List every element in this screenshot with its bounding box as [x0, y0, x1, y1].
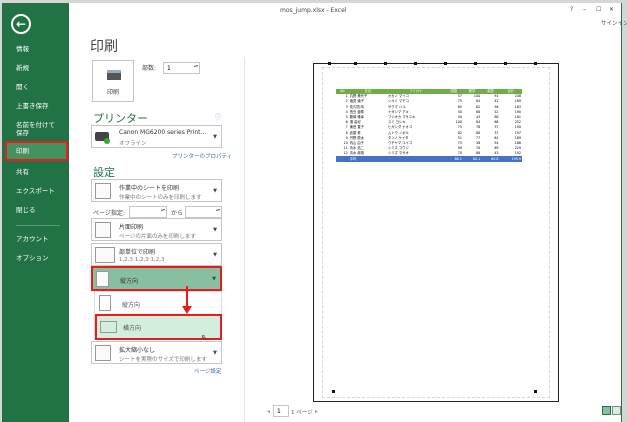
- printer-properties-link[interactable]: プリンターのプロパティ: [172, 152, 232, 160]
- sides-title: 片面印刷: [119, 224, 144, 231]
- prev-page-button[interactable]: ◂: [267, 408, 270, 415]
- chevron-down-icon: ▼: [213, 134, 217, 140]
- window-title: mos_jump.xlsx - Excel: [280, 7, 347, 14]
- chevron-down-icon: ▼: [212, 276, 216, 282]
- page-number-input[interactable]: 1: [273, 405, 289, 417]
- sign-in-link[interactable]: サインイン: [601, 19, 627, 27]
- help-button[interactable]: ?: [570, 6, 573, 13]
- average-row: 平均 66.1 80.1 60.8 199.9: [336, 156, 522, 162]
- menu-item-label: 横方向: [123, 325, 142, 332]
- info-icon[interactable]: ⓘ: [215, 112, 221, 121]
- portrait-page-icon: [99, 295, 111, 311]
- show-margins-icon[interactable]: [602, 406, 611, 415]
- excel-window: mos_jump.xlsx - Excel ? – ☐ ✕ サインイン ← 情報…: [2, 3, 627, 422]
- nav-save[interactable]: 上書き保存: [2, 102, 69, 111]
- table-cell: 平均: [348, 156, 387, 162]
- minimize-button[interactable]: –: [583, 6, 586, 13]
- chevron-down-icon: ▼: [213, 350, 217, 356]
- table-cell: [336, 156, 349, 162]
- nav-export[interactable]: エクスポート: [2, 187, 69, 196]
- table-cell: 66.1: [444, 156, 463, 162]
- table-cell: 60.8: [481, 156, 500, 162]
- to-label: から: [171, 210, 184, 217]
- nav-options[interactable]: オプション: [2, 254, 69, 263]
- sheet-grid-icon: [95, 183, 111, 199]
- scaling-icon: [95, 345, 111, 361]
- print-what-dropdown[interactable]: 作業中のシートを印刷 作業中のシートのみを印刷します ▼: [91, 179, 222, 202]
- nav-close[interactable]: 閉じる: [2, 206, 69, 215]
- orientation-selected: 縦方向: [120, 278, 139, 285]
- printer-icon: [107, 70, 121, 80]
- page-setup-link[interactable]: ページ設定: [194, 367, 221, 375]
- collate-dropdown[interactable]: 部単位で印刷 1,2,3 1,2,3 1,2,3 ▼: [91, 243, 222, 266]
- collated-pages-icon: [95, 247, 115, 263]
- collate-desc: 1,2,3 1,2,3 1,2,3: [119, 257, 165, 263]
- nav-save-as[interactable]: 名前を付けて 保存: [2, 121, 69, 137]
- close-button[interactable]: ✕: [609, 6, 614, 13]
- menu-item-portrait[interactable]: 縦方向: [95, 292, 221, 314]
- table-cell: [386, 156, 445, 162]
- pages-label: ページ指定:: [93, 210, 125, 217]
- scaling-title: 拡大縮小なし: [119, 347, 156, 354]
- settings-heading: 設定: [93, 166, 115, 179]
- arrow-head: [182, 306, 192, 314]
- printer-heading: プリンター: [93, 112, 148, 125]
- backstage-sidebar: ← 情報 新規 開く 上書き保存 名前を付けて 保存 印刷 共有 エクスポート …: [2, 3, 69, 422]
- landscape-page-icon: [100, 321, 117, 333]
- sidebar-divider: [16, 225, 60, 226]
- nav-account[interactable]: アカウント: [2, 235, 69, 244]
- back-arrow-icon[interactable]: ←: [11, 14, 31, 34]
- nav-share[interactable]: 共有: [2, 168, 69, 177]
- table-cell: 80.1: [462, 156, 482, 162]
- print-what-title: 作業中のシートを印刷: [119, 185, 180, 192]
- table-cell: 199.9: [499, 156, 522, 162]
- nav-new[interactable]: 新規: [2, 64, 69, 73]
- scaling-desc: シートを実際のサイズで印刷します: [119, 357, 207, 363]
- portrait-page-icon: [96, 271, 109, 287]
- panel-divider: [244, 58, 245, 422]
- orientation-dropdown[interactable]: 縦方向 ▼: [91, 266, 222, 291]
- menu-item-label: 縦方向: [122, 302, 141, 309]
- print-button-label: 印刷: [106, 89, 119, 96]
- nav-print[interactable]: 印刷: [5, 141, 68, 161]
- zoom-to-page-icon[interactable]: [612, 406, 621, 415]
- chevron-down-icon: ▼: [213, 252, 217, 258]
- printer-status: オフライン: [119, 141, 147, 147]
- preview-table: No 氏名 フリガナ 国語 数学 英語 合計 1 丸野 美代子 オカノ マイコ 57 100 91 24…: [336, 89, 522, 162]
- sides-desc: ページの片面のみを印刷します: [119, 234, 196, 240]
- print-button[interactable]: 印刷: [92, 60, 134, 102]
- red-arrow-annotation: [186, 286, 188, 308]
- chevron-down-icon: ▼: [213, 227, 217, 233]
- nav-open[interactable]: 開く: [2, 83, 69, 92]
- collate-title: 部単位で印刷: [119, 249, 156, 256]
- scaling-dropdown[interactable]: 拡大縮小なし シートを実際のサイズで印刷します ▼: [91, 341, 222, 364]
- maximize-button[interactable]: ☐: [596, 6, 601, 13]
- pages-to-input[interactable]: [185, 206, 222, 218]
- one-sided-page-icon: [95, 222, 111, 238]
- printer-dropdown[interactable]: Canon MG6200 series Print… オフライン ▼: [91, 125, 222, 148]
- status-check-icon: [104, 138, 110, 144]
- chevron-down-icon: ▼: [213, 188, 217, 194]
- print-preview-page: No 氏名 フリガナ 国語 数学 英語 合計 1 丸野 美代子 オカノ マイコ 57 100 91 24…: [313, 62, 559, 402]
- sides-dropdown[interactable]: 片面印刷 ページの片面のみを印刷します ▼: [91, 218, 222, 241]
- next-page-button[interactable]: ▸: [315, 408, 318, 415]
- nav-info[interactable]: 情報: [2, 45, 69, 54]
- page-total: 1 ページ: [291, 410, 313, 416]
- pages-from-input[interactable]: [129, 206, 167, 218]
- print-what-desc: 作業中のシートのみを印刷します: [119, 195, 202, 201]
- printer-name: Canon MG6200 series Print…: [119, 129, 207, 136]
- copies-label: 部数:: [142, 65, 157, 72]
- copies-input[interactable]: 1: [163, 62, 200, 74]
- page-title: 印刷: [90, 39, 118, 55]
